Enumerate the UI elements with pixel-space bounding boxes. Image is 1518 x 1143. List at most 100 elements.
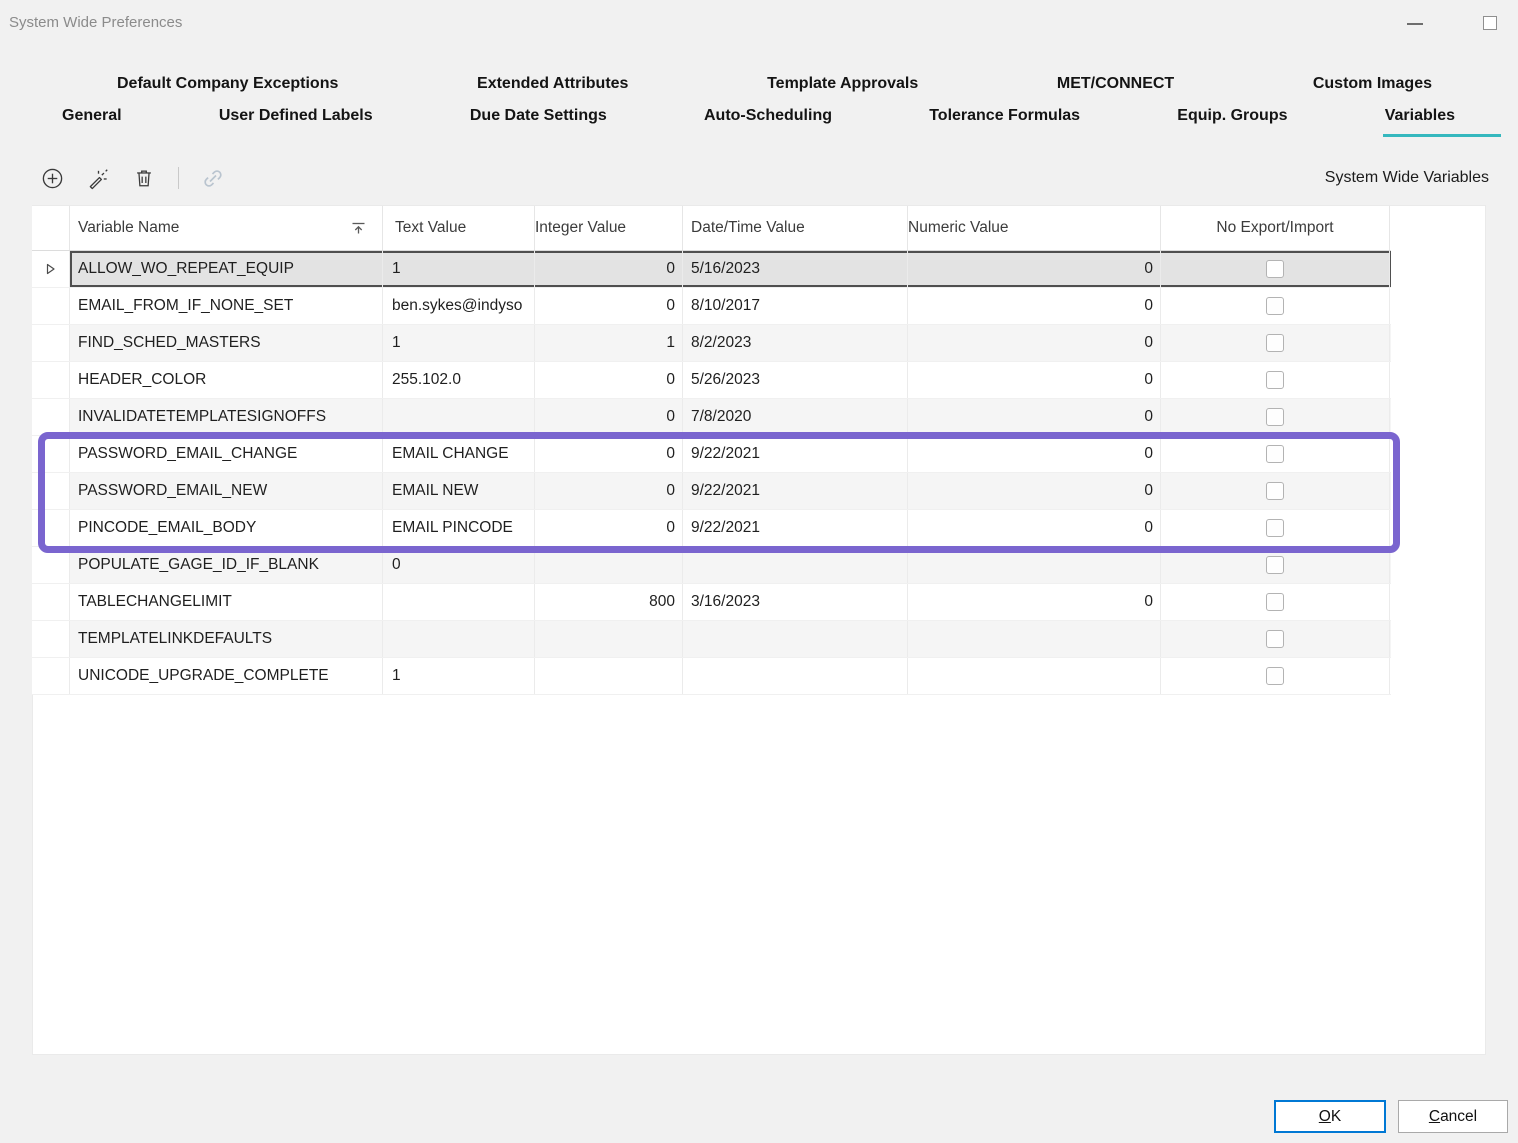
cell-integer-value[interactable]: 0 (535, 362, 683, 398)
column-header-date-time-value[interactable]: Date/Time Value (683, 206, 908, 250)
table-row[interactable]: HEADER_COLOR255.102.005/26/20230 (32, 362, 1391, 399)
cell-variable-name[interactable]: FIND_SCHED_MASTERS (70, 325, 383, 361)
cell-variable-name[interactable]: PINCODE_EMAIL_BODY (70, 510, 383, 546)
no-export-import-checkbox[interactable] (1266, 445, 1284, 463)
column-header-variable-name[interactable]: Variable Name (70, 206, 383, 250)
cell-integer-value[interactable]: 800 (535, 584, 683, 620)
import-export-button[interactable] (201, 166, 225, 190)
cell-integer-value[interactable] (535, 658, 683, 694)
cell-text-value[interactable]: 255.102.0 (383, 362, 535, 398)
cell-text-value[interactable]: 0 (383, 547, 535, 583)
table-row[interactable]: PASSWORD_EMAIL_CHANGEEMAIL CHANGE09/22/2… (32, 436, 1391, 473)
cell-integer-value[interactable] (535, 547, 683, 583)
cell-numeric-value[interactable] (908, 621, 1161, 657)
cell-variable-name[interactable]: TEMPLATELINKDEFAULTS (70, 621, 383, 657)
tab-equip-groups[interactable]: Equip. Groups (1177, 107, 1287, 137)
cell-numeric-value[interactable] (908, 658, 1161, 694)
cell-date-time-value[interactable]: 8/2/2023 (683, 325, 908, 361)
tab-due-date-settings[interactable]: Due Date Settings (470, 107, 607, 137)
no-export-import-checkbox[interactable] (1266, 334, 1284, 352)
edit-variable-button[interactable] (86, 166, 110, 190)
cell-numeric-value[interactable]: 0 (908, 473, 1161, 509)
cell-integer-value[interactable]: 0 (535, 510, 683, 546)
no-export-import-checkbox[interactable] (1266, 482, 1284, 500)
cell-text-value[interactable] (383, 399, 535, 435)
cell-variable-name[interactable]: HEADER_COLOR (70, 362, 383, 398)
cell-date-time-value[interactable] (683, 621, 908, 657)
table-row[interactable]: TABLECHANGELIMIT8003/16/20230 (32, 584, 1391, 621)
no-export-import-checkbox[interactable] (1266, 593, 1284, 611)
cell-text-value[interactable]: ben.sykes@indyso (383, 288, 535, 324)
table-row[interactable]: PASSWORD_EMAIL_NEWEMAIL NEW09/22/20210 (32, 473, 1391, 510)
cell-variable-name[interactable]: PASSWORD_EMAIL_NEW (70, 473, 383, 509)
cancel-button[interactable]: Cancel (1398, 1100, 1508, 1133)
tab-general[interactable]: General (62, 107, 122, 137)
cell-date-time-value[interactable]: 9/22/2021 (683, 436, 908, 472)
column-header-text-value[interactable]: Text Value (383, 206, 535, 250)
tab-tolerance-formulas[interactable]: Tolerance Formulas (929, 107, 1080, 137)
cell-numeric-value[interactable] (908, 547, 1161, 583)
cell-date-time-value[interactable] (683, 658, 908, 694)
table-row[interactable]: TEMPLATELINKDEFAULTS (32, 621, 1391, 658)
no-export-import-checkbox[interactable] (1266, 260, 1284, 278)
tab-user-defined-labels[interactable]: User Defined Labels (219, 107, 373, 137)
column-header-integer-value[interactable]: Integer Value (535, 206, 683, 250)
ok-button[interactable]: OK (1274, 1100, 1386, 1133)
no-export-import-checkbox[interactable] (1266, 667, 1284, 685)
table-row[interactable]: EMAIL_FROM_IF_NONE_SETben.sykes@indyso08… (32, 288, 1391, 325)
cell-variable-name[interactable]: INVALIDATETEMPLATESIGNOFFS (70, 399, 383, 435)
delete-variable-button[interactable] (132, 166, 156, 190)
column-header-no-export-import[interactable]: No Export/Import (1161, 206, 1390, 250)
cell-text-value[interactable] (383, 584, 535, 620)
no-export-import-checkbox[interactable] (1266, 297, 1284, 315)
column-header-numeric-value[interactable]: Numeric Value (908, 206, 1161, 250)
cell-text-value[interactable]: 1 (383, 325, 535, 361)
tab-variables[interactable]: Variables (1385, 107, 1455, 137)
cell-numeric-value[interactable]: 0 (908, 436, 1161, 472)
cell-integer-value[interactable]: 0 (535, 399, 683, 435)
tab-custom-images[interactable]: Custom Images (1313, 75, 1432, 93)
table-row[interactable]: POPULATE_GAGE_ID_IF_BLANK0 (32, 547, 1391, 584)
cell-numeric-value[interactable]: 0 (908, 399, 1161, 435)
cell-variable-name[interactable]: POPULATE_GAGE_ID_IF_BLANK (70, 547, 383, 583)
tab-template-approvals[interactable]: Template Approvals (767, 75, 918, 93)
cell-date-time-value[interactable] (683, 547, 908, 583)
tab-default-company-exceptions[interactable]: Default Company Exceptions (117, 75, 338, 93)
tab-auto-scheduling[interactable]: Auto-Scheduling (704, 107, 832, 137)
cell-numeric-value[interactable]: 0 (908, 362, 1161, 398)
no-export-import-checkbox[interactable] (1266, 408, 1284, 426)
cell-variable-name[interactable]: ALLOW_WO_REPEAT_EQUIP (70, 251, 383, 287)
cell-text-value[interactable] (383, 621, 535, 657)
no-export-import-checkbox[interactable] (1266, 630, 1284, 648)
cell-numeric-value[interactable]: 0 (908, 325, 1161, 361)
cell-text-value[interactable]: 1 (383, 658, 535, 694)
cell-numeric-value[interactable]: 0 (908, 288, 1161, 324)
cell-integer-value[interactable]: 0 (535, 288, 683, 324)
cell-date-time-value[interactable]: 9/22/2021 (683, 510, 908, 546)
cell-text-value[interactable]: EMAIL NEW (383, 473, 535, 509)
cell-text-value[interactable]: 1 (383, 251, 535, 287)
cell-integer-value[interactable] (535, 621, 683, 657)
cell-integer-value[interactable]: 0 (535, 251, 683, 287)
cell-integer-value[interactable]: 0 (535, 436, 683, 472)
cell-numeric-value[interactable]: 0 (908, 510, 1161, 546)
cell-variable-name[interactable]: PASSWORD_EMAIL_CHANGE (70, 436, 383, 472)
cell-numeric-value[interactable]: 0 (908, 251, 1161, 287)
no-export-import-checkbox[interactable] (1266, 556, 1284, 574)
cell-date-time-value[interactable]: 8/10/2017 (683, 288, 908, 324)
no-export-import-checkbox[interactable] (1266, 371, 1284, 389)
cell-date-time-value[interactable]: 7/8/2020 (683, 399, 908, 435)
table-row[interactable]: UNICODE_UPGRADE_COMPLETE1 (32, 658, 1391, 695)
table-row[interactable]: INVALIDATETEMPLATESIGNOFFS 07/8/20200 (32, 399, 1391, 436)
table-row[interactable]: ALLOW_WO_REPEAT_EQUIP105/16/20230 (32, 251, 1391, 288)
cell-text-value[interactable]: EMAIL CHANGE (383, 436, 535, 472)
titlebar[interactable]: System Wide Preferences (0, 0, 1518, 48)
no-export-import-checkbox[interactable] (1266, 519, 1284, 537)
cell-date-time-value[interactable]: 9/22/2021 (683, 473, 908, 509)
minimize-button[interactable] (1407, 23, 1423, 25)
cell-integer-value[interactable]: 0 (535, 473, 683, 509)
table-row[interactable]: PINCODE_EMAIL_BODYEMAIL PINCODE09/22/202… (32, 510, 1391, 547)
cell-integer-value[interactable]: 1 (535, 325, 683, 361)
tab-met-connect[interactable]: MET/CONNECT (1057, 75, 1174, 93)
table-row[interactable]: FIND_SCHED_MASTERS118/2/20230 (32, 325, 1391, 362)
